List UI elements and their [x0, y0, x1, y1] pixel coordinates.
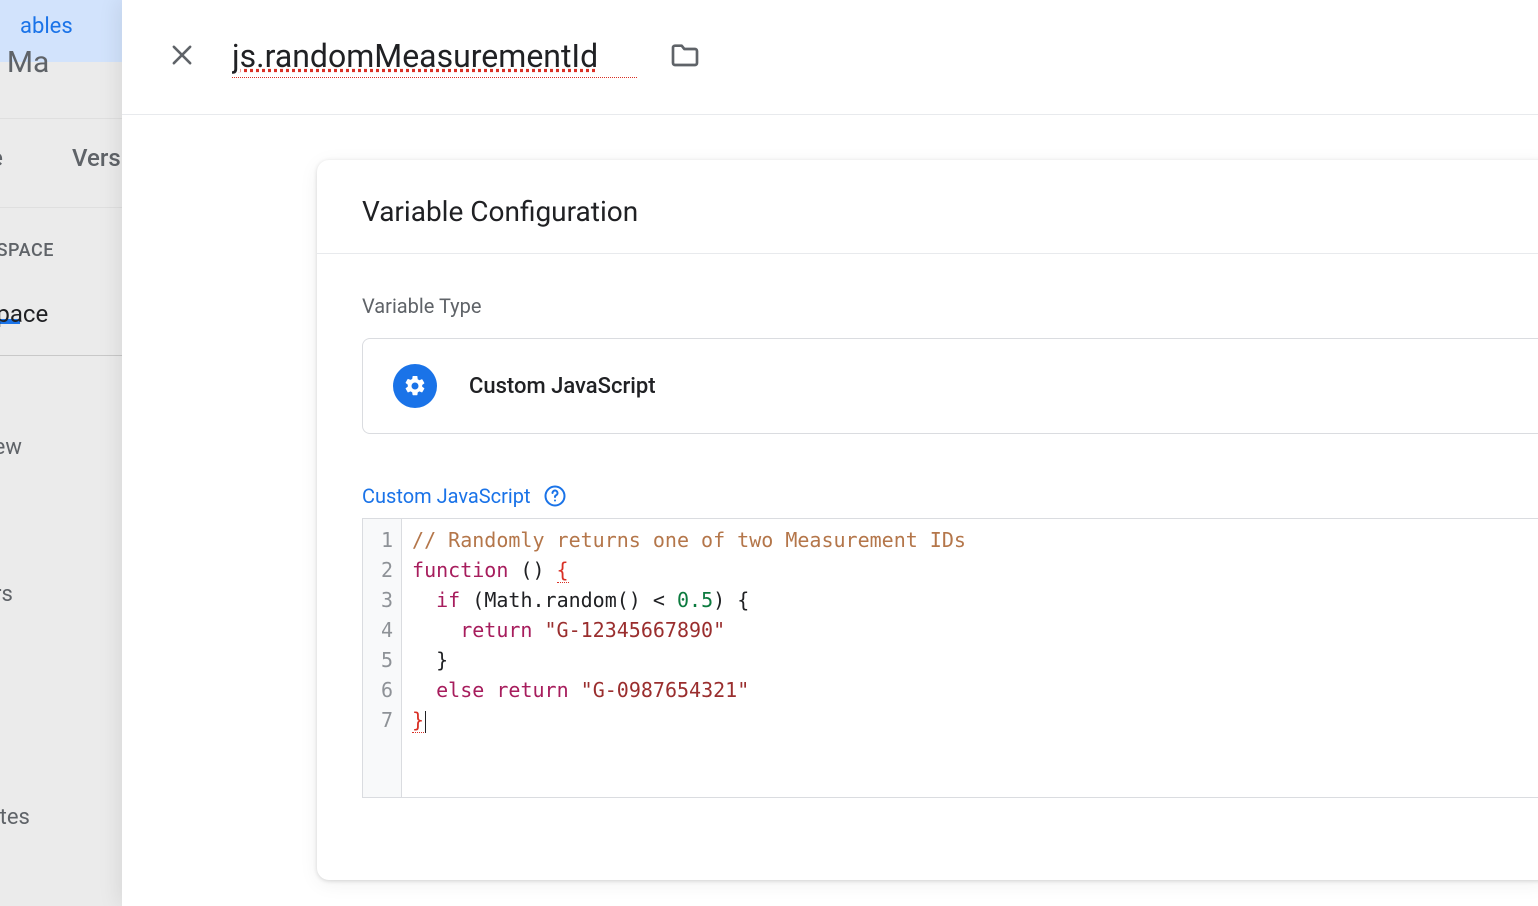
gear-icon — [393, 364, 437, 408]
variable-editor-modal: Variable Configuration Variable Type Cus… — [122, 0, 1538, 906]
workspace-label: ORKSPACE — [0, 240, 54, 261]
folder-button[interactable] — [667, 39, 703, 75]
variable-type-selector[interactable]: Custom JavaScript — [362, 338, 1538, 434]
code-content[interactable]: // Randomly returns one of two Measureme… — [402, 519, 1538, 797]
app-title: Tag Ma — [0, 45, 49, 80]
help-icon[interactable] — [543, 484, 567, 508]
close-button[interactable] — [162, 37, 202, 77]
line-number-gutter: 1234567 — [363, 519, 402, 797]
bg-tab-active: e — [0, 144, 3, 172]
sidebar-templates: plates — [0, 805, 30, 830]
variable-config-card: Variable Configuration Variable Type Cus… — [317, 160, 1538, 880]
variable-type-label: Variable Type — [362, 294, 1538, 318]
workspace-name: orkspace — [0, 300, 48, 328]
close-icon — [168, 41, 196, 73]
custom-js-label: Custom JavaScript — [362, 484, 531, 508]
background-page: Tag Ma e Vers ORKSPACE orkspace rview ge… — [0, 0, 122, 906]
modal-body: Variable Configuration Variable Type Cus… — [122, 115, 1538, 880]
variable-name-input[interactable] — [232, 37, 637, 78]
config-title: Variable Configuration — [362, 195, 1538, 228]
variable-type-name: Custom JavaScript — [469, 374, 656, 399]
sidebar-triggers: gers — [0, 582, 13, 607]
folder-icon — [669, 39, 701, 75]
field-label-row: Custom JavaScript — [362, 484, 1538, 508]
config-divider — [317, 253, 1538, 254]
workspace-divider — [0, 355, 122, 356]
text-cursor — [425, 711, 426, 733]
modal-header — [122, 0, 1538, 115]
code-editor[interactable]: 1234567 // Randomly returns one of two M… — [362, 518, 1538, 798]
sidebar-overview: rview — [0, 435, 22, 460]
bg-tab-versions: Vers — [72, 144, 121, 172]
